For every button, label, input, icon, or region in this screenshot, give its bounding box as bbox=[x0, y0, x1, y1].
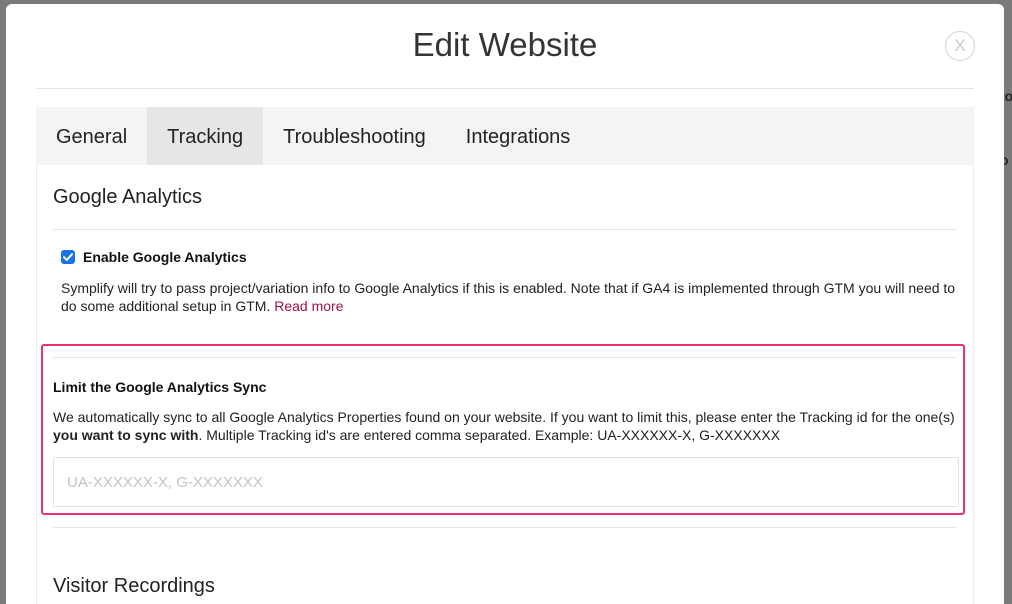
divider bbox=[53, 229, 957, 230]
divider bbox=[53, 357, 957, 358]
modal-title: Edit Website bbox=[412, 26, 598, 63]
tab-bar: General Tracking Troubleshooting Integra… bbox=[36, 107, 974, 165]
enable-google-analytics-checkbox[interactable] bbox=[61, 250, 75, 264]
tab-tracking[interactable]: Tracking bbox=[147, 107, 264, 165]
section-title-visitor-recordings: Visitor Recordings bbox=[53, 575, 215, 597]
modal-header: Edit Website X bbox=[36, 4, 975, 89]
google-analytics-description: Symplify will try to pass project/variat… bbox=[61, 279, 957, 315]
limit-sync-description-bold: you want to sync with bbox=[53, 427, 199, 443]
close-button[interactable]: X bbox=[945, 31, 975, 61]
checkmark-icon bbox=[63, 253, 73, 261]
description-text: Symplify will try to pass project/variat… bbox=[61, 280, 956, 314]
limit-sync-title: Limit the Google Analytics Sync bbox=[53, 379, 267, 395]
enable-google-analytics-label[interactable]: Enable Google Analytics bbox=[83, 249, 247, 265]
limit-sync-description-part2: . Multiple Tracking id's are entered com… bbox=[198, 427, 781, 443]
limit-sync-description: We automatically sync to all Google Anal… bbox=[53, 408, 955, 444]
tracking-panel: Google Analytics Enable Google Analytics… bbox=[36, 165, 974, 604]
close-icon: X bbox=[954, 36, 966, 55]
tab-general[interactable]: General bbox=[36, 107, 147, 165]
divider bbox=[53, 527, 957, 528]
edit-website-modal: Edit Website X General Tracking Troubles… bbox=[6, 4, 1004, 604]
limit-sync-description-part1: We automatically sync to all Google Anal… bbox=[53, 409, 955, 425]
tab-integrations[interactable]: Integrations bbox=[446, 107, 591, 165]
tab-troubleshooting[interactable]: Troubleshooting bbox=[263, 107, 446, 165]
tracking-id-input[interactable] bbox=[53, 457, 959, 507]
section-title-google-analytics: Google Analytics bbox=[53, 186, 202, 208]
read-more-link[interactable]: Read more bbox=[274, 298, 343, 314]
